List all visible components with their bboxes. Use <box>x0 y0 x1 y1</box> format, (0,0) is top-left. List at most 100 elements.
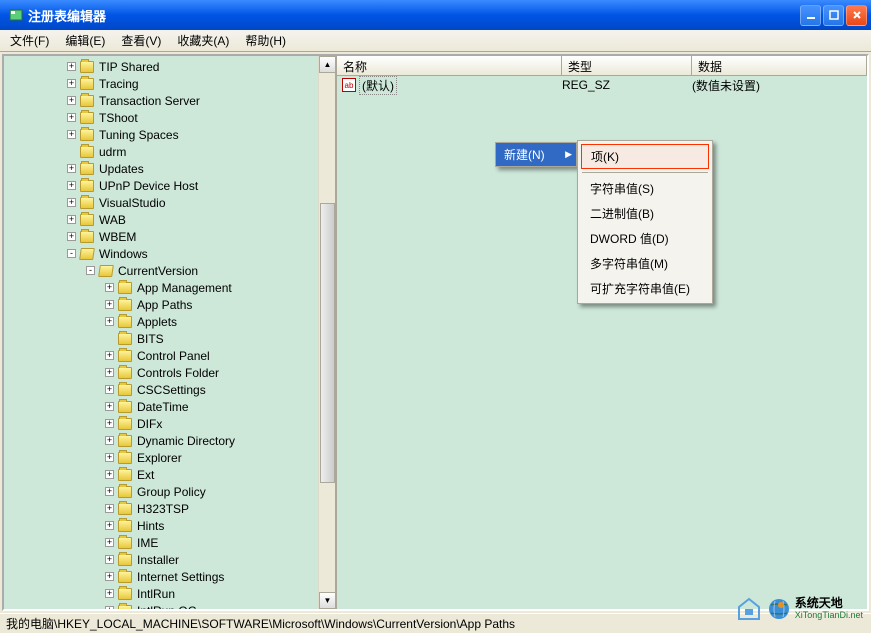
tree-node[interactable]: -Windows <box>4 245 335 262</box>
scroll-thumb[interactable] <box>320 203 335 483</box>
expand-icon[interactable]: + <box>105 368 114 377</box>
expand-icon[interactable]: + <box>67 181 76 190</box>
minimize-button[interactable] <box>800 5 821 26</box>
tree-node[interactable]: + App Management <box>4 279 335 296</box>
watermark-house-icon <box>735 595 763 623</box>
tree-scrollbar[interactable]: ▲ ▼ <box>318 56 335 609</box>
tree-panel[interactable]: +TIP Shared+Tracing+Transaction Server+T… <box>4 56 337 609</box>
tree-label: WAB <box>97 213 128 227</box>
expand-icon[interactable]: + <box>105 402 114 411</box>
expand-icon[interactable]: + <box>105 419 114 428</box>
tree-node[interactable]: +Applets <box>4 313 335 330</box>
tree-node[interactable]: + Tuning Spaces <box>4 126 335 143</box>
registry-tree: +TIP Shared+Tracing+Transaction Server+T… <box>4 56 335 609</box>
close-icon <box>852 10 862 20</box>
tree-node[interactable]: +Group Policy <box>4 483 335 500</box>
expand-icon[interactable]: + <box>105 351 114 360</box>
tree-node[interactable]: +IntlRun.OC <box>4 602 335 609</box>
close-button[interactable] <box>846 5 867 26</box>
expand-icon[interactable]: + <box>67 62 76 71</box>
expand-icon[interactable]: + <box>67 232 76 241</box>
expand-icon[interactable]: + <box>105 504 114 513</box>
tree-node[interactable]: +IntlRun <box>4 585 335 602</box>
tree-node[interactable]: BITS <box>4 330 335 347</box>
submenu-item[interactable]: 字符串值(S) <box>580 176 710 201</box>
tree-node[interactable]: +Internet Settings <box>4 568 335 585</box>
menu-edit[interactable]: 编辑(E) <box>57 30 113 51</box>
tree-node[interactable]: +Ext <box>4 466 335 483</box>
tree-node[interactable]: +WBEM <box>4 228 335 245</box>
expand-icon[interactable]: + <box>105 555 114 564</box>
folder-closed-icon <box>118 367 132 379</box>
expand-icon[interactable]: + <box>67 79 76 88</box>
tree-node[interactable]: +Hints <box>4 517 335 534</box>
tree-node[interactable]: +IME <box>4 534 335 551</box>
header-name[interactable]: 名称 <box>337 56 562 75</box>
expand-icon[interactable]: + <box>105 470 114 479</box>
tree-node[interactable]: +Explorer <box>4 449 335 466</box>
header-data[interactable]: 数据 <box>692 56 867 75</box>
tree-label: Tuning Spaces <box>97 128 181 142</box>
tree-node[interactable]: +UPnP Device Host <box>4 177 335 194</box>
folder-closed-icon <box>118 418 132 430</box>
list-row[interactable]: ab (默认) REG_SZ (数值未设置) <box>337 76 867 94</box>
tree-node[interactable]: + WAB <box>4 211 335 228</box>
collapse-icon[interactable]: - <box>67 249 76 258</box>
context-new-item[interactable]: 新建(N) ▶ <box>496 143 576 166</box>
expand-icon[interactable]: + <box>105 453 114 462</box>
submenu-item[interactable]: 二进制值(B) <box>580 201 710 226</box>
tree-node[interactable]: +DIFx <box>4 415 335 432</box>
tree-label: App Management <box>135 281 234 295</box>
expand-icon[interactable]: + <box>105 521 114 530</box>
tree-node[interactable]: +Control Panel <box>4 347 335 364</box>
expand-icon[interactable]: + <box>105 572 114 581</box>
expand-icon[interactable]: + <box>67 198 76 207</box>
tree-node[interactable]: +Controls Folder <box>4 364 335 381</box>
tree-node[interactable]: +Dynamic Directory <box>4 432 335 449</box>
tree-node[interactable]: +Transaction Server <box>4 92 335 109</box>
scroll-down-button[interactable]: ▼ <box>319 592 336 609</box>
expand-icon[interactable]: + <box>105 589 114 598</box>
menu-favorites[interactable]: 收藏夹(A) <box>169 30 237 51</box>
expand-icon[interactable]: + <box>105 538 114 547</box>
tree-node[interactable]: +VisualStudio <box>4 194 335 211</box>
expand-icon[interactable]: + <box>105 487 114 496</box>
value-name: (默认) <box>359 76 397 95</box>
submenu-item[interactable]: 项(K) <box>581 144 709 169</box>
menu-help[interactable]: 帮助(H) <box>237 30 294 51</box>
tree-node[interactable]: +DateTime <box>4 398 335 415</box>
main-area: +TIP Shared+Tracing+Transaction Server+T… <box>2 54 869 611</box>
expand-icon[interactable]: + <box>105 385 114 394</box>
expand-icon[interactable]: + <box>67 113 76 122</box>
tree-node[interactable]: udrm <box>4 143 335 160</box>
tree-node[interactable]: +CSCSettings <box>4 381 335 398</box>
scroll-up-button[interactable]: ▲ <box>319 56 336 73</box>
menu-view[interactable]: 查看(V) <box>113 30 169 51</box>
expand-icon[interactable]: + <box>105 300 114 309</box>
submenu-item[interactable]: 多字符串值(M) <box>580 251 710 276</box>
header-type[interactable]: 类型 <box>562 56 692 75</box>
menu-file[interactable]: 文件(F) <box>2 30 57 51</box>
tree-node[interactable]: +App Paths <box>4 296 335 313</box>
expand-icon[interactable]: + <box>105 606 114 609</box>
maximize-button[interactable] <box>823 5 844 26</box>
tree-node[interactable]: +Updates <box>4 160 335 177</box>
expand-icon[interactable]: + <box>105 317 114 326</box>
expand-icon[interactable]: + <box>67 164 76 173</box>
tree-label: Installer <box>135 553 181 567</box>
submenu-item[interactable]: 可扩充字符串值(E) <box>580 276 710 301</box>
tree-node[interactable]: +TIP Shared <box>4 58 335 75</box>
expand-icon[interactable]: + <box>67 130 76 139</box>
expand-icon[interactable]: + <box>105 436 114 445</box>
expand-icon[interactable]: + <box>67 215 76 224</box>
collapse-icon[interactable]: - <box>86 266 95 275</box>
expand-icon[interactable]: + <box>105 283 114 292</box>
expand-icon[interactable]: + <box>67 96 76 105</box>
tree-node[interactable]: +H323TSP <box>4 500 335 517</box>
tree-node[interactable]: +Tracing <box>4 75 335 92</box>
tree-node[interactable]: + Installer <box>4 551 335 568</box>
tree-node[interactable]: +TShoot <box>4 109 335 126</box>
folder-open-icon <box>98 265 114 277</box>
submenu-item[interactable]: DWORD 值(D) <box>580 226 710 251</box>
tree-node[interactable]: -CurrentVersion <box>4 262 335 279</box>
